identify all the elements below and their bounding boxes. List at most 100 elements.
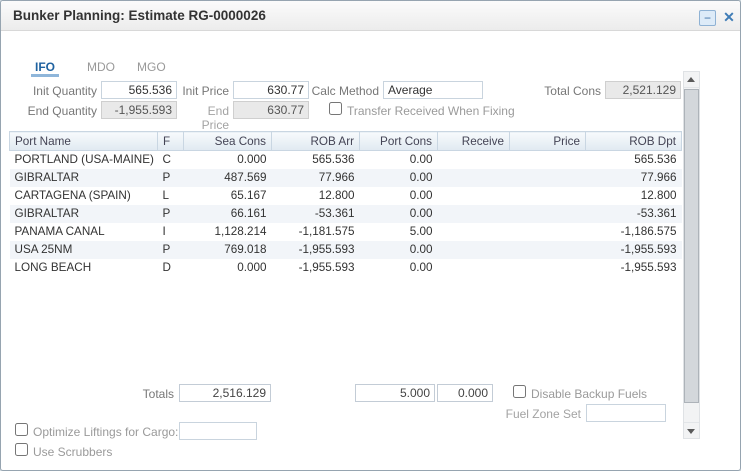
table-row[interactable]: GIBRALTARP487.56977.9660.0077.966 bbox=[10, 169, 682, 187]
end-quantity-field bbox=[101, 101, 177, 119]
table-cell: P bbox=[158, 241, 184, 259]
totals-label: Totals bbox=[106, 387, 174, 401]
column-header[interactable]: Receive bbox=[438, 132, 510, 151]
disable-backup-fuels-label: Disable Backup Fuels bbox=[531, 387, 647, 401]
table-cell: 769.018 bbox=[184, 241, 272, 259]
column-header[interactable]: ROB Arr bbox=[272, 132, 360, 151]
table-cell: PANAMA CANAL bbox=[10, 223, 158, 241]
table-cell: LONG BEACH bbox=[10, 259, 158, 277]
table-cell: 0.000 bbox=[184, 259, 272, 277]
transfer-received-label: Transfer Received When Fixing bbox=[347, 104, 515, 118]
scrollbar-thumb[interactable] bbox=[684, 89, 699, 403]
tab-ifo[interactable]: IFO bbox=[31, 59, 59, 77]
scroll-down-button[interactable] bbox=[684, 422, 699, 438]
table-row[interactable]: LONG BEACHD0.000-1,955.5930.00-1,955.593 bbox=[10, 259, 682, 277]
table-cell: I bbox=[158, 223, 184, 241]
table-cell: 5.00 bbox=[360, 223, 438, 241]
bunker-table-body: PORTLAND (USA-MAINE)C0.000565.5360.00565… bbox=[10, 151, 682, 277]
tab-mgo[interactable]: MGO bbox=[133, 59, 170, 77]
optimize-liftings-label: Optimize Liftings for Cargo: bbox=[33, 425, 178, 439]
tab-mdo[interactable]: MDO bbox=[83, 59, 119, 77]
scroll-up-icon bbox=[687, 77, 695, 82]
table-cell: 65.167 bbox=[184, 187, 272, 205]
table-cell: -53.361 bbox=[272, 205, 360, 223]
table-cell: 487.569 bbox=[184, 169, 272, 187]
table-cell: 565.536 bbox=[272, 151, 360, 169]
table-cell bbox=[510, 223, 586, 241]
fuel-zone-set-input[interactable] bbox=[586, 404, 666, 422]
init-price-label: Init Price bbox=[181, 84, 229, 98]
scroll-down-icon bbox=[687, 429, 695, 434]
vertical-scrollbar[interactable] bbox=[683, 71, 700, 439]
table-cell: 0.00 bbox=[360, 169, 438, 187]
table-row[interactable]: USA 25NMP769.018-1,955.5930.00-1,955.593 bbox=[10, 241, 682, 259]
table-cell bbox=[438, 187, 510, 205]
minimize-icon: − bbox=[704, 11, 711, 25]
table-cell: CARTAGENA (SPAIN) bbox=[10, 187, 158, 205]
table-cell bbox=[510, 169, 586, 187]
table-cell bbox=[510, 151, 586, 169]
table-cell: GIBRALTAR bbox=[10, 169, 158, 187]
totals-sea-cons: 2,516.129 bbox=[179, 384, 271, 402]
table-row[interactable]: PORTLAND (USA-MAINE)C0.000565.5360.00565… bbox=[10, 151, 682, 169]
table-cell bbox=[438, 151, 510, 169]
table-cell: 0.00 bbox=[360, 151, 438, 169]
init-price-field[interactable] bbox=[233, 81, 309, 99]
table-cell bbox=[438, 241, 510, 259]
use-scrubbers-checkbox[interactable] bbox=[15, 443, 28, 456]
table-cell: -1,955.593 bbox=[586, 241, 682, 259]
end-quantity-label: End Quantity bbox=[19, 104, 97, 118]
scroll-up-button[interactable] bbox=[684, 72, 699, 88]
column-header[interactable]: Port Cons bbox=[360, 132, 438, 151]
table-cell: -1,186.575 bbox=[586, 223, 682, 241]
table-cell: 12.800 bbox=[586, 187, 682, 205]
table-cell: PORTLAND (USA-MAINE) bbox=[10, 151, 158, 169]
total-cons-label: Total Cons bbox=[525, 84, 601, 98]
optimize-liftings-checkbox[interactable] bbox=[15, 423, 28, 436]
table-cell bbox=[510, 205, 586, 223]
table-cell: 1,128.214 bbox=[184, 223, 272, 241]
minimize-button[interactable]: − bbox=[699, 10, 716, 26]
table-cell: L bbox=[158, 187, 184, 205]
close-icon: ✕ bbox=[723, 9, 735, 25]
table-row[interactable]: GIBRALTARP66.161-53.3610.00-53.361 bbox=[10, 205, 682, 223]
table-row[interactable]: PANAMA CANALI1,128.214-1,181.5755.00 -1,1… bbox=[10, 223, 682, 241]
table-cell bbox=[438, 223, 510, 241]
fuel-zone-set-label: Fuel Zone Set bbox=[496, 407, 581, 421]
table-cell: 565.536 bbox=[586, 151, 682, 169]
table-cell: 0.00 bbox=[360, 187, 438, 205]
table-cell: D bbox=[158, 259, 184, 277]
end-price-label: End Price bbox=[181, 104, 229, 132]
totals-receive: 0.000 bbox=[437, 384, 493, 402]
column-header[interactable]: Price bbox=[510, 132, 586, 151]
table-cell bbox=[510, 241, 586, 259]
totals-port-cons: 5.000 bbox=[355, 384, 435, 402]
table-cell: -1,181.575 bbox=[272, 223, 360, 241]
table-cell: 0.00 bbox=[360, 205, 438, 223]
column-header[interactable]: Sea Cons bbox=[184, 132, 272, 151]
table-cell: -53.361 bbox=[586, 205, 682, 223]
use-scrubbers-label: Use Scrubbers bbox=[33, 445, 112, 459]
column-header[interactable]: Port Name bbox=[10, 132, 158, 151]
table-row[interactable]: CARTAGENA (SPAIN)L65.16712.8000.0012.800 bbox=[10, 187, 682, 205]
bunker-table-head-row: Port NameFSea ConsROB ArrPort ConsReceiv… bbox=[10, 132, 682, 151]
calc-method-select[interactable]: Average bbox=[383, 81, 483, 99]
close-button[interactable]: ✕ bbox=[720, 8, 738, 26]
transfer-received-checkbox[interactable] bbox=[329, 102, 342, 115]
bunker-table: Port NameFSea ConsROB ArrPort ConsReceiv… bbox=[9, 131, 682, 277]
column-header[interactable]: F bbox=[158, 132, 184, 151]
table-cell: 66.161 bbox=[184, 205, 272, 223]
total-cons-field bbox=[605, 81, 681, 99]
column-header[interactable]: ROB Dpt bbox=[586, 132, 682, 151]
table-cell bbox=[438, 259, 510, 277]
table-cell: -1,955.593 bbox=[272, 241, 360, 259]
init-quantity-label: Init Quantity bbox=[19, 84, 97, 98]
title-bar: Bunker Planning: Estimate RG-0000026 − ✕ bbox=[1, 1, 740, 31]
optimize-liftings-input[interactable] bbox=[179, 422, 257, 440]
end-price-field bbox=[233, 101, 309, 119]
table-cell: 0.00 bbox=[360, 259, 438, 277]
init-quantity-field[interactable] bbox=[101, 81, 177, 99]
disable-backup-fuels-checkbox[interactable] bbox=[513, 385, 526, 398]
table-cell bbox=[438, 205, 510, 223]
table-cell bbox=[510, 187, 586, 205]
